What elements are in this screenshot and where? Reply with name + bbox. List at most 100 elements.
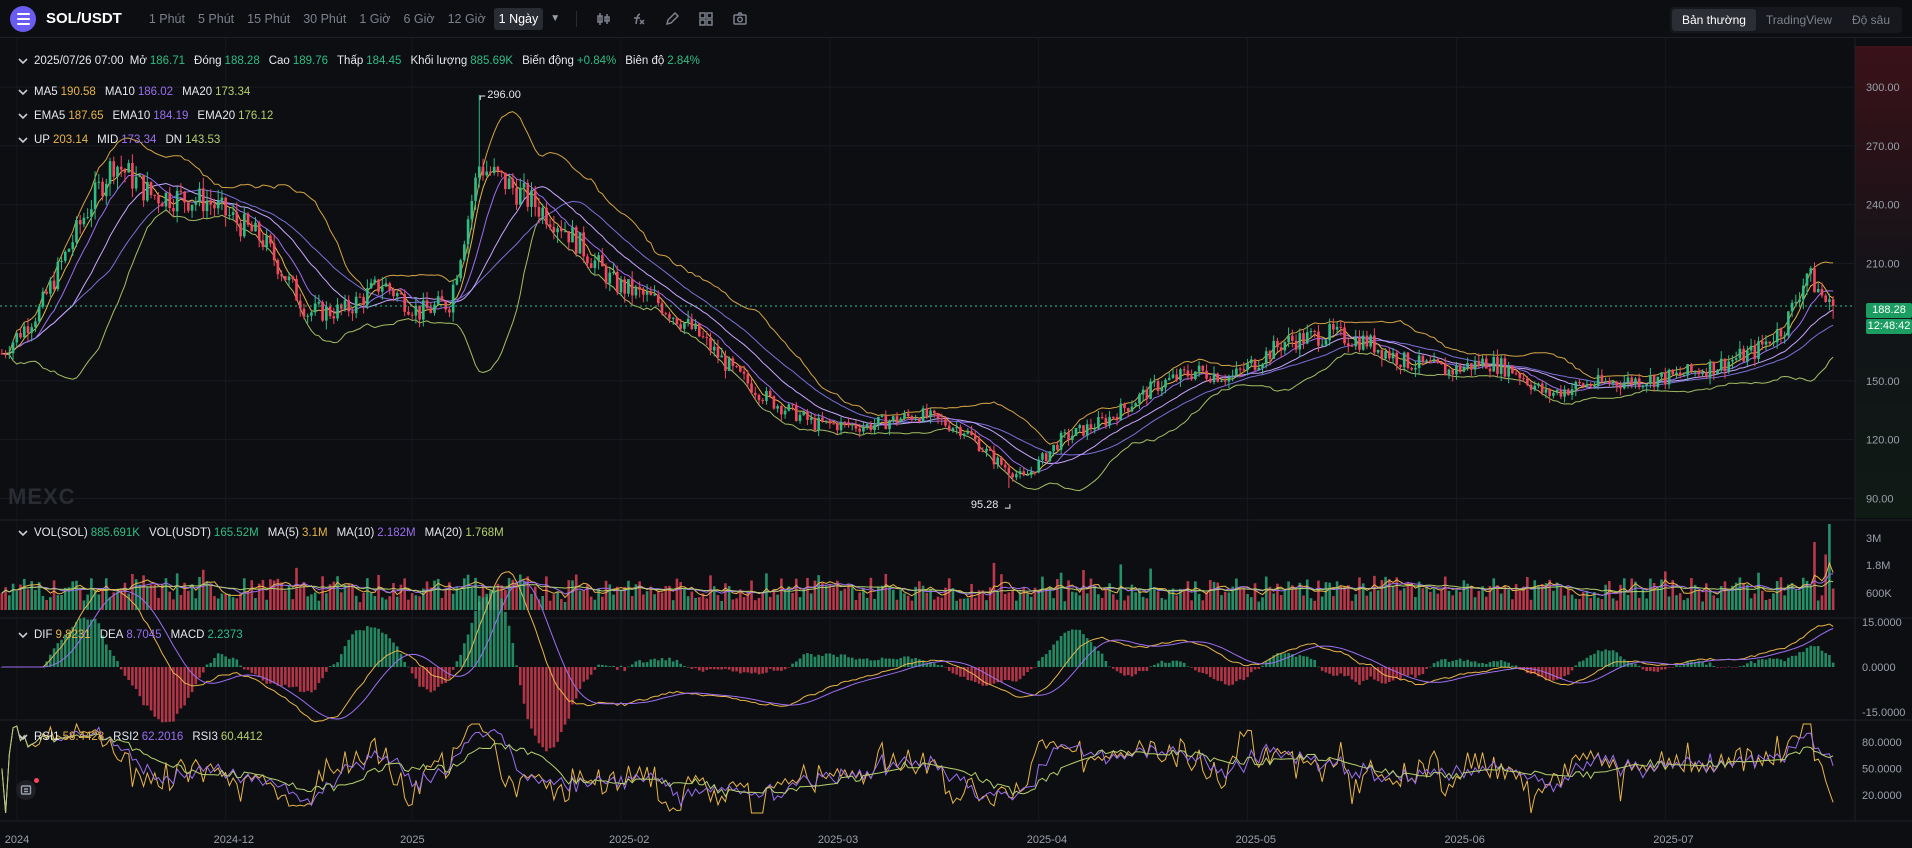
candle-body (537, 207, 541, 217)
mode-tab-depth[interactable]: Độ sâu (1842, 9, 1900, 31)
macd-bar (869, 660, 873, 667)
candle-body (1242, 369, 1246, 371)
volume-bar (75, 580, 78, 610)
macd-bar (817, 654, 820, 667)
candle-body (914, 418, 917, 421)
macd-bar (328, 666, 332, 667)
ema10-value: 184.19 (153, 110, 189, 122)
candle-body (787, 404, 791, 411)
candle-body (1026, 474, 1029, 476)
volume-bar (806, 577, 809, 610)
candle-body (780, 406, 783, 415)
volume-bar (832, 587, 835, 610)
volume-bar (1123, 600, 1126, 610)
draw-pencil-icon[interactable] (663, 10, 681, 28)
candle-body (1037, 459, 1041, 473)
macd-bar (1238, 667, 1242, 680)
candle-body (903, 413, 906, 419)
volume-bar (548, 600, 552, 610)
collapse-chevron-icon[interactable] (18, 528, 28, 538)
macd-bar (518, 667, 522, 686)
timeframe-5m[interactable]: 5 Phút (193, 8, 239, 30)
candle-body (854, 424, 858, 429)
candle-type-icon[interactable] (595, 10, 613, 28)
candle-body (399, 293, 403, 295)
macd-bar (395, 646, 399, 667)
ma-legend: MA5 190.58 MA10 186.02 MA20 173.34 (0, 86, 259, 98)
volume-bar (1145, 598, 1149, 610)
volume-bar (932, 599, 936, 610)
pane-settings-icon[interactable] (16, 780, 36, 800)
timeframe-30m[interactable]: 30 Phút (298, 8, 351, 30)
macd-histogram (0, 586, 1835, 752)
macd-bar (1645, 667, 1648, 672)
candle-body (862, 427, 865, 432)
macd-bar (295, 667, 298, 687)
timeframe-15m[interactable]: 15 Phút (242, 8, 295, 30)
collapse-chevron-icon[interactable] (18, 135, 28, 145)
candle-body (49, 280, 52, 294)
macd-bar (709, 667, 712, 670)
volume-bar (1734, 582, 1738, 610)
price-axis-label: 90.00 (1866, 493, 1894, 505)
collapse-chevron-icon[interactable] (18, 56, 28, 66)
timeframe-6h[interactable]: 6 Giờ (398, 8, 439, 30)
ma10-label: MA10 (104, 86, 135, 98)
candle-body (1134, 403, 1137, 407)
macd-bar (1440, 659, 1443, 667)
macd-bar (1484, 664, 1488, 667)
candle-body (325, 306, 328, 321)
volume-bar (209, 585, 213, 610)
macd-bar (351, 634, 354, 667)
candle-body (134, 176, 138, 189)
candle-body (1746, 350, 1749, 362)
macd-bar (813, 656, 817, 667)
collapse-chevron-icon[interactable] (18, 111, 28, 121)
macd-bar (1466, 659, 1469, 667)
candle-body (1324, 340, 1328, 345)
timeframe-1h[interactable]: 1 Giờ (354, 8, 395, 30)
macd-bar (1406, 667, 1410, 676)
macd-bar (489, 590, 492, 667)
timeframe-12h[interactable]: 12 Giờ (443, 8, 491, 30)
macd-bar (720, 667, 723, 670)
mode-tab-basic[interactable]: Bản thường (1671, 9, 1756, 31)
macd-bar (149, 667, 153, 711)
collapse-chevron-icon[interactable] (18, 732, 28, 742)
price-axis-label: 240.00 (1866, 200, 1900, 212)
candle-body (1078, 425, 1082, 429)
candle-body (463, 244, 466, 261)
layout-grid-icon[interactable] (697, 10, 715, 28)
macd-bar (388, 638, 392, 667)
mode-tab-tradingview[interactable]: TradingView (1756, 9, 1842, 31)
macd-bar (1317, 666, 1320, 668)
candle-body (358, 296, 362, 298)
high-marker-label: 296.00 (487, 89, 521, 101)
volume-bar (1518, 591, 1522, 610)
price-chart[interactable]: 300.00 270.00 240.00 210.00 150.00 120.00 90.0… (0, 38, 1912, 848)
volume-bar (735, 598, 738, 610)
macd-bar (321, 667, 324, 679)
candle-body (4, 353, 7, 355)
volume-bar (683, 587, 686, 610)
candle-body (962, 433, 966, 436)
macd-bar (1175, 660, 1179, 667)
candle-body (925, 408, 929, 418)
macd-bar (168, 667, 172, 722)
volume-bar (753, 600, 757, 610)
indicator-fx-icon[interactable] (629, 10, 647, 28)
timeframe-dropdown-icon[interactable]: ▼ (550, 13, 560, 24)
volume-bar (358, 602, 362, 610)
candle-body (366, 288, 369, 305)
candle-body (1768, 341, 1772, 344)
candle-body (436, 296, 440, 305)
trading-pair[interactable]: SOL/USDT (46, 10, 122, 27)
boll-dn-value: 143.53 (185, 134, 221, 146)
candle-body (339, 304, 343, 309)
timeframe-1d[interactable]: 1 Ngày (493, 7, 544, 30)
collapse-chevron-icon[interactable] (18, 630, 28, 640)
collapse-chevron-icon[interactable] (18, 87, 28, 97)
timeframe-1m[interactable]: 1 Phút (144, 8, 190, 30)
camera-icon[interactable] (731, 10, 749, 28)
candle-body (1220, 380, 1223, 382)
